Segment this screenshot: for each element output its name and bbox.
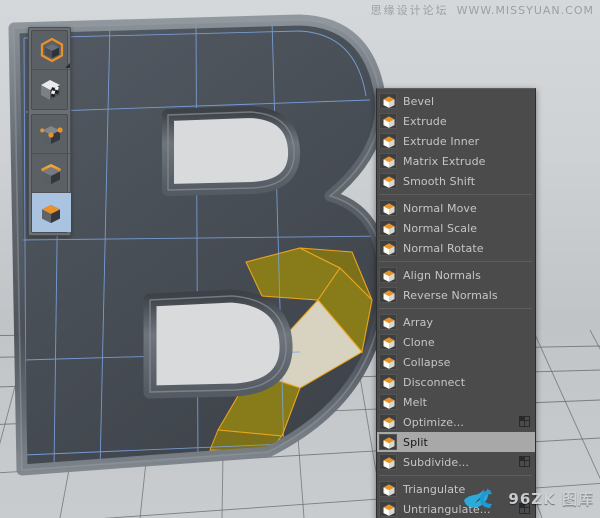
menu-item-label: Reverse Normals (403, 290, 498, 301)
watermark-bottom-text: 96ZK 图库 (508, 488, 594, 509)
menu-separator (379, 475, 532, 476)
matrix-extrude-icon (379, 153, 397, 169)
menu-item-smooth-shift[interactable]: Smooth Shift (377, 171, 535, 191)
mesh-commands-context-menu[interactable]: Bevel Extrude Extrude Inner Matrix Extrude S… (376, 88, 536, 518)
menu-item-array[interactable]: Array (377, 312, 535, 332)
menu-item-normal-move[interactable]: Normal Move (377, 198, 535, 218)
watermark-top-url: WWW.MISSYUAN.COM (457, 4, 594, 17)
toolbar-button-points-mode[interactable] (32, 115, 71, 154)
optimize-icon (379, 414, 397, 430)
menu-separator (379, 194, 532, 195)
menu-item-label: Normal Move (403, 203, 477, 214)
smooth-shift-icon (379, 173, 397, 189)
open-dialog-icon[interactable] (519, 416, 530, 427)
menu-item-label: Extrude (403, 116, 447, 127)
letter-b-lower-counter (150, 296, 286, 392)
bevel-icon (379, 93, 397, 109)
watermark-top: 思缘设计论坛 WWW.MISSYUAN.COM (0, 2, 594, 18)
extrude-inner-icon (379, 133, 397, 149)
menu-item-collapse[interactable]: Collapse (377, 352, 535, 372)
normal-rotate-icon (379, 240, 397, 256)
cube-edges-icon (39, 160, 65, 186)
menu-item-normal-scale[interactable]: Normal Scale (377, 218, 535, 238)
collapse-icon (379, 354, 397, 370)
subdivide-icon (379, 454, 397, 470)
menu-item-label: Matrix Extrude (403, 156, 486, 167)
menu-item-label: Subdivide... (403, 457, 469, 468)
extrude-icon (379, 113, 397, 129)
mode-group-object (31, 30, 68, 110)
cube-checker-icon (39, 77, 65, 103)
watermark-top-cn: 思缘设计论坛 (371, 4, 449, 17)
cube-points-icon (39, 121, 65, 147)
menu-item-label: Disconnect (403, 377, 465, 388)
menu-item-bevel[interactable]: Bevel (377, 91, 535, 111)
split-icon (379, 434, 397, 450)
open-dialog-icon[interactable] (519, 456, 530, 467)
menu-item-label: Smooth Shift (403, 176, 475, 187)
menu-item-extrude[interactable]: Extrude (377, 111, 535, 131)
toolbar-button-texture-mode[interactable] (32, 70, 71, 109)
menu-item-label: Optimize... (403, 417, 464, 428)
menu-item-label: Array (403, 317, 433, 328)
align-normals-icon (379, 267, 397, 283)
menu-item-label: Triangulate (403, 484, 465, 495)
reverse-normals-icon (379, 287, 397, 303)
menu-item-label: Melt (403, 397, 427, 408)
watermark-bottom: 96ZK 图库 (462, 484, 594, 512)
flyout-corner-icon (65, 63, 70, 68)
menu-item-label: Collapse (403, 357, 451, 368)
menu-item-normal-rotate[interactable]: Normal Rotate (377, 238, 535, 258)
menu-item-subdivide[interactable]: Subdivide... (377, 452, 535, 472)
menu-separator (379, 308, 532, 309)
menu-item-reverse-normals[interactable]: Reverse Normals (377, 285, 535, 305)
flame-logo-icon (462, 484, 506, 512)
disconnect-icon (379, 374, 397, 390)
menu-item-label: Normal Rotate (403, 243, 484, 254)
menu-item-clone[interactable]: Clone (377, 332, 535, 352)
menu-item-extrude-inner[interactable]: Extrude Inner (377, 131, 535, 151)
mode-palette-toolbar[interactable] (28, 27, 71, 236)
triangulate-icon (379, 481, 397, 497)
menu-item-melt[interactable]: Melt (377, 392, 535, 412)
cube-outline-icon (39, 37, 65, 63)
mode-group-components (31, 114, 68, 233)
application-window: 思缘设计论坛 WWW.MISSYUAN.COM (0, 0, 600, 518)
menu-item-label: Split (403, 437, 428, 448)
menu-item-label: Align Normals (403, 270, 481, 281)
toolbar-button-model-mode[interactable] (32, 31, 71, 70)
untriangulate-icon (379, 501, 397, 517)
menu-item-optimize[interactable]: Optimize... (377, 412, 535, 432)
normal-move-icon (379, 200, 397, 216)
menu-item-split[interactable]: Split (377, 432, 535, 452)
toolbar-button-polygons-mode[interactable] (32, 193, 71, 232)
menu-item-label: Clone (403, 337, 435, 348)
melt-icon (379, 394, 397, 410)
menu-separator (379, 261, 532, 262)
normal-scale-icon (379, 220, 397, 236)
clone-icon (379, 334, 397, 350)
letter-b-upper-counter (168, 112, 294, 190)
array-icon (379, 314, 397, 330)
toolbar-button-edges-mode[interactable] (32, 154, 71, 193)
menu-item-label: Extrude Inner (403, 136, 479, 147)
menu-item-label: Normal Scale (403, 223, 477, 234)
cube-polygons-icon (39, 200, 65, 226)
menu-item-matrix-extrude[interactable]: Matrix Extrude (377, 151, 535, 171)
menu-item-align-normals[interactable]: Align Normals (377, 265, 535, 285)
menu-item-disconnect[interactable]: Disconnect (377, 372, 535, 392)
menu-item-label: Bevel (403, 96, 434, 107)
